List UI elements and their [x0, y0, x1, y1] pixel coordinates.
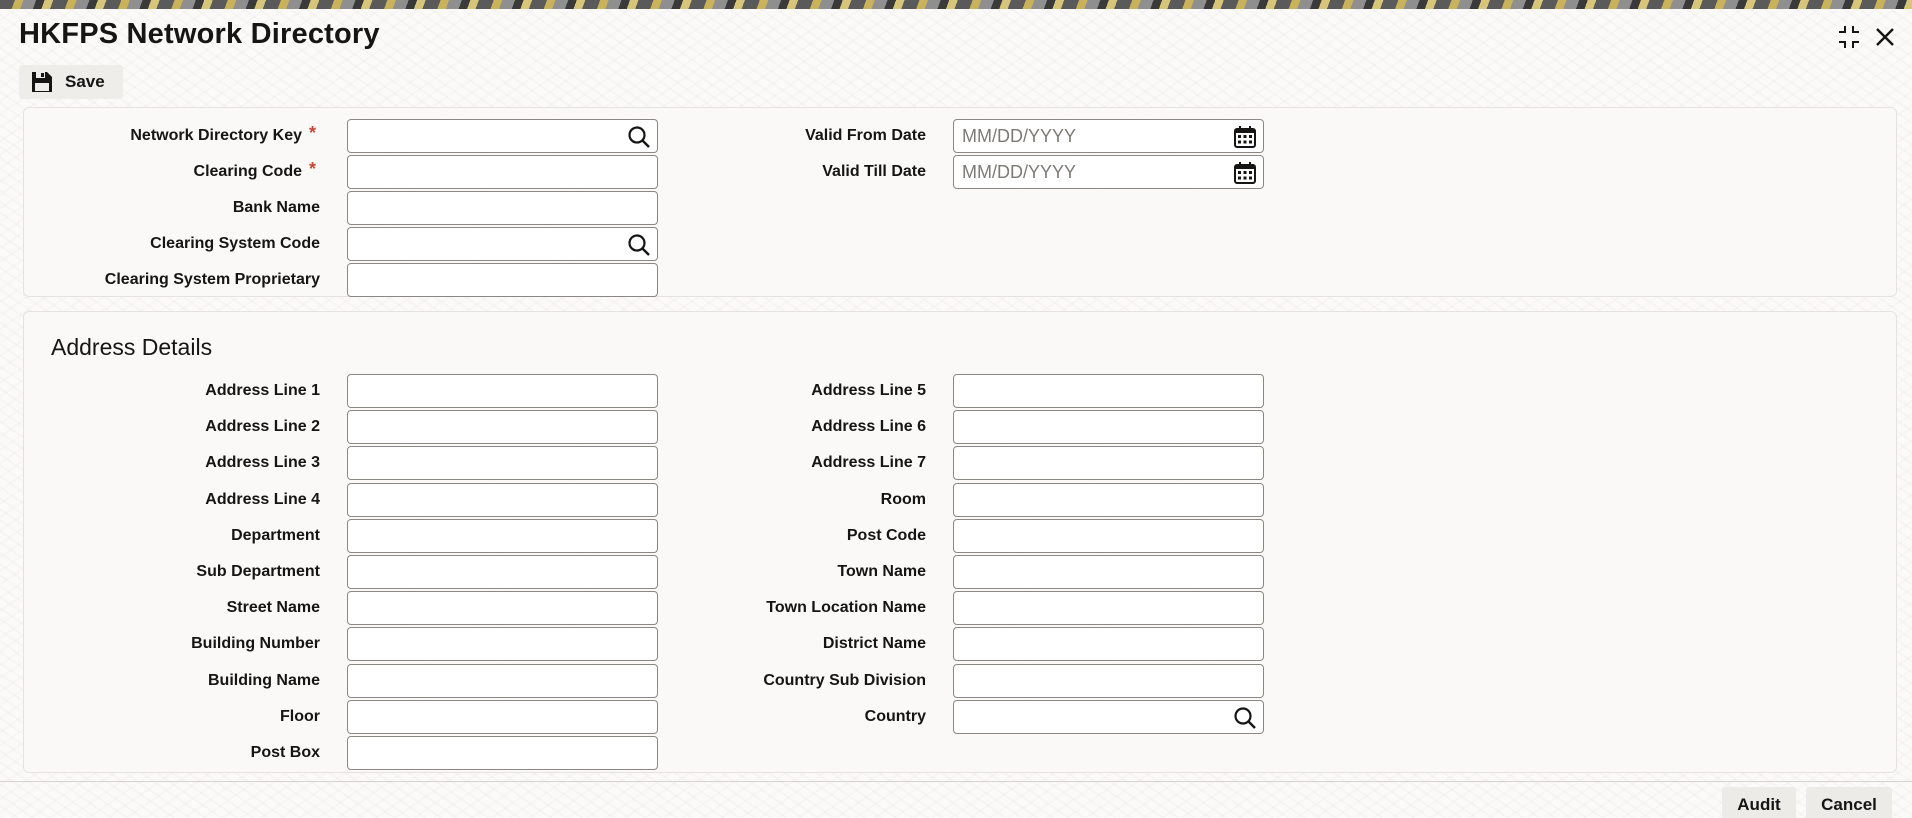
valid-till-date-input[interactable] [954, 156, 1263, 188]
bank-name-label: Bank Name [232, 199, 320, 216]
post-code-input[interactable] [954, 520, 1263, 552]
town-location-name-label: Town Location Name [766, 599, 926, 616]
town-name-input[interactable] [954, 556, 1263, 588]
country-sub-division-label: Country Sub Division [763, 672, 926, 689]
post-box-field[interactable] [347, 736, 658, 770]
clearing-system-proprietary-label: Clearing System Proprietary [104, 271, 320, 288]
address-line-6-row: Address Line 6 [24, 410, 926, 444]
clearing-system-proprietary-field[interactable] [347, 263, 658, 297]
clearing-system-code-row: Clearing System Code [24, 227, 320, 261]
address-line-7-field[interactable] [953, 446, 1264, 480]
country-row: Country [24, 700, 926, 734]
address-line-5-label: Address Line 5 [811, 382, 926, 399]
decorative-header-strip [0, 0, 1912, 9]
cancel-button[interactable]: Cancel [1806, 787, 1892, 818]
town-name-row: Town Name [24, 555, 926, 589]
address-line-6-label: Address Line 6 [811, 418, 926, 435]
clearing-system-code-label: Clearing System Code [150, 235, 320, 252]
bank-name-input[interactable] [348, 192, 657, 224]
valid-from-date-label: Valid From Date [805, 127, 926, 144]
room-label: Room [880, 491, 926, 508]
clearing-system-proprietary-row: Clearing System Proprietary [24, 263, 320, 297]
valid-from-date-input[interactable] [954, 120, 1263, 152]
town-name-label: Town Name [837, 563, 926, 580]
bank-name-field[interactable] [347, 191, 658, 225]
room-field[interactable] [953, 483, 1264, 517]
country-field[interactable] [953, 700, 1264, 734]
close-icon[interactable] [1872, 23, 1898, 51]
country-sub-division-row: Country Sub Division [24, 664, 926, 698]
dialog-window: HKFPS Network Directory Save Network Dir… [0, 9, 1912, 818]
address-line-5-field[interactable] [953, 374, 1264, 408]
address-line-5-input[interactable] [954, 375, 1263, 407]
address-line-6-input[interactable] [954, 411, 1263, 443]
calendar-icon[interactable] [1232, 124, 1258, 150]
collapse-icon[interactable] [1836, 23, 1862, 51]
post-code-label: Post Code [846, 527, 926, 544]
district-name-field[interactable] [953, 627, 1264, 661]
valid-till-date-row: Valid Till Date [24, 155, 926, 189]
town-location-name-input[interactable] [954, 592, 1263, 624]
district-name-input[interactable] [954, 628, 1263, 660]
clearing-system-proprietary-input[interactable] [348, 264, 657, 296]
country-input[interactable] [954, 701, 1263, 733]
address-line-5-row: Address Line 5 [24, 374, 926, 408]
town-name-field[interactable] [953, 555, 1264, 589]
audit-button[interactable]: Audit [1722, 787, 1796, 818]
address-details-heading: Address Details [51, 334, 213, 360]
save-button[interactable]: Save [19, 65, 123, 99]
address-line-7-row: Address Line 7 [24, 446, 926, 480]
address-line-7-label: Address Line 7 [811, 454, 926, 471]
room-input[interactable] [954, 484, 1263, 516]
calendar-icon[interactable] [1232, 160, 1258, 186]
floppy-disk-icon [32, 72, 52, 92]
valid-till-date-field[interactable] [953, 155, 1264, 189]
search-icon[interactable] [626, 232, 652, 258]
address-line-7-input[interactable] [954, 447, 1263, 479]
post-box-input[interactable] [348, 737, 657, 769]
address-details-panel: Address Details Address Line 1 Address Li… [23, 311, 1897, 773]
country-sub-division-input[interactable] [954, 665, 1263, 697]
district-name-row: District Name [24, 627, 926, 661]
search-icon[interactable] [1232, 705, 1258, 731]
save-label: Save [65, 72, 105, 91]
town-location-name-field[interactable] [953, 591, 1264, 625]
post-box-label: Post Box [250, 744, 320, 761]
main-details-panel: Network Directory Key * Clearing Code * … [23, 107, 1897, 297]
town-location-name-row: Town Location Name [24, 591, 926, 625]
valid-from-date-row: Valid From Date [24, 119, 926, 153]
post-code-row: Post Code [24, 519, 926, 553]
page-title: HKFPS Network Directory [19, 18, 380, 50]
post-code-field[interactable] [953, 519, 1264, 553]
clearing-system-code-field[interactable] [347, 227, 658, 261]
country-label: Country [864, 708, 926, 725]
footer-divider [0, 781, 1912, 782]
country-sub-division-field[interactable] [953, 664, 1264, 698]
bank-name-row: Bank Name [24, 191, 320, 225]
room-row: Room [24, 483, 926, 517]
address-line-6-field[interactable] [953, 410, 1264, 444]
post-box-row: Post Box [24, 736, 320, 770]
district-name-label: District Name [822, 635, 926, 652]
valid-from-date-field[interactable] [953, 119, 1264, 153]
clearing-system-code-input[interactable] [348, 228, 657, 260]
valid-till-date-label: Valid Till Date [822, 163, 926, 180]
